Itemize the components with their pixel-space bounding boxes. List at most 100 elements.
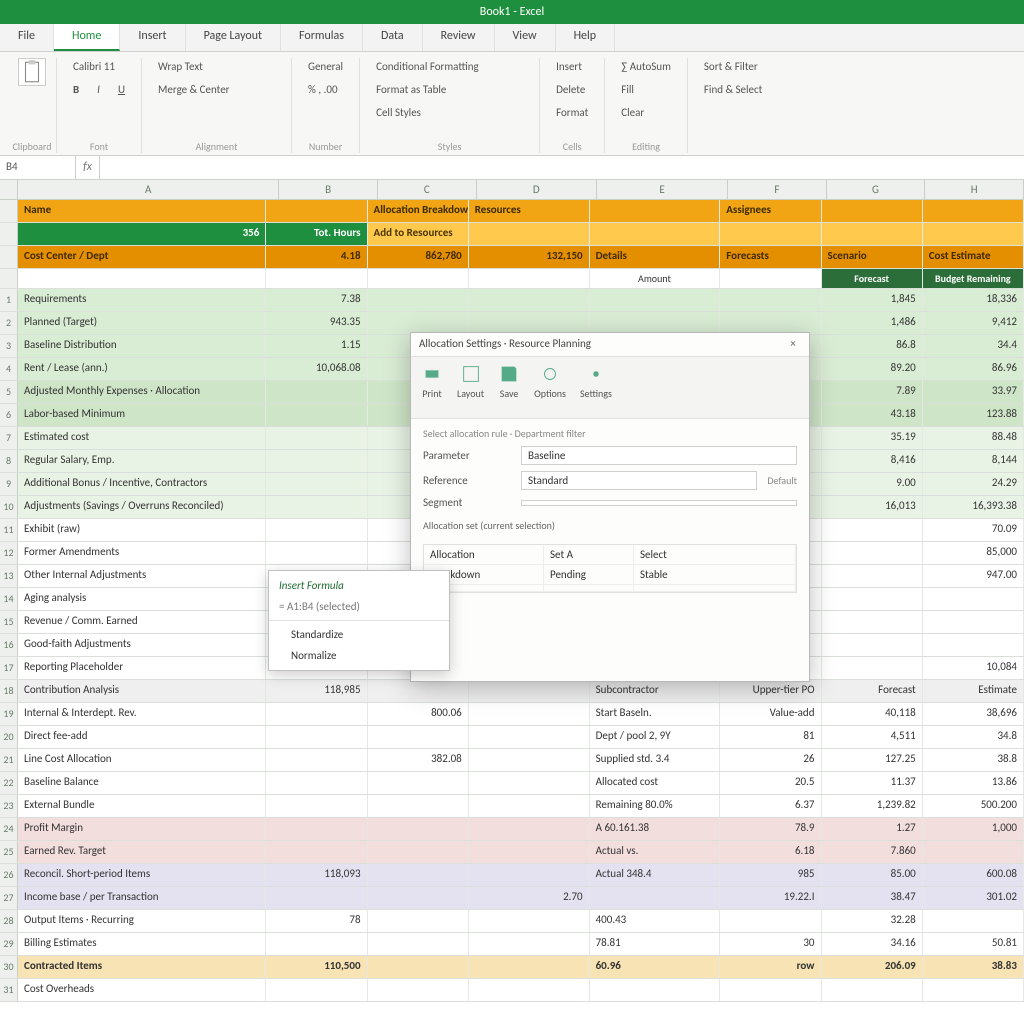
cell[interactable]: 32.28 xyxy=(822,910,923,932)
cell[interactable] xyxy=(368,933,469,955)
cell[interactable] xyxy=(469,223,590,245)
cell-header-assignees[interactable]: Assignees xyxy=(720,200,821,222)
cell[interactable] xyxy=(822,200,923,222)
cell[interactable]: 6.18 xyxy=(720,841,821,863)
cell[interactable]: 1.15 xyxy=(266,335,367,357)
col-header-e[interactable]: E xyxy=(597,180,728,199)
cell[interactable]: 943.35 xyxy=(266,312,367,334)
cell[interactable]: 30 xyxy=(720,933,821,955)
cell[interactable]: Subcontractor xyxy=(590,680,721,702)
cell[interactable] xyxy=(266,772,367,794)
cell[interactable]: Remaining 80.0% xyxy=(590,795,721,817)
context-menu[interactable]: Insert Formula = A1:B4 (selected) Standa… xyxy=(268,570,450,671)
dialog-parameter-input[interactable]: Baseline xyxy=(521,446,797,465)
cell[interactable] xyxy=(368,312,469,334)
tab-file[interactable]: File xyxy=(0,24,54,51)
cell[interactable] xyxy=(590,289,721,311)
cell[interactable]: 8,416 xyxy=(822,450,923,472)
cell[interactable] xyxy=(469,818,590,840)
cell[interactable]: 985 xyxy=(720,864,821,886)
dialog-settings-button[interactable]: Settings xyxy=(580,363,612,412)
cell[interactable]: Rent / Lease (ann.) xyxy=(18,358,266,380)
dialog-options-button[interactable]: Options xyxy=(534,363,566,412)
cell[interactable]: Contribution Analysis xyxy=(18,680,266,702)
cell[interactable]: 127.25 xyxy=(822,749,923,771)
cell[interactable]: 34.16 xyxy=(822,933,923,955)
name-box[interactable]: B4 xyxy=(0,156,76,179)
cell[interactable]: Reporting Placeholder xyxy=(18,657,266,679)
row-header[interactable]: 21 xyxy=(0,749,18,771)
cell[interactable]: 40,118 xyxy=(822,703,923,725)
cell[interactable] xyxy=(266,726,367,748)
row-header[interactable]: 15 xyxy=(0,611,18,633)
row-header[interactable]: 25 xyxy=(0,841,18,863)
row-header[interactable] xyxy=(0,200,18,222)
col-header-d[interactable]: D xyxy=(477,180,597,199)
row-header[interactable]: 23 xyxy=(0,795,18,817)
cell[interactable] xyxy=(469,726,590,748)
cell[interactable] xyxy=(720,269,821,288)
cell[interactable] xyxy=(368,979,469,1001)
cell[interactable]: 4.18 xyxy=(266,246,367,268)
cell[interactable] xyxy=(720,289,821,311)
cell[interactable]: Additional Bonus / Incentive, Contractor… xyxy=(18,473,266,495)
cell-header-name[interactable]: Name xyxy=(18,200,266,222)
cell[interactable]: 123.88 xyxy=(923,404,1024,426)
cell[interactable] xyxy=(822,979,923,1001)
cell[interactable]: 24.29 xyxy=(923,473,1024,495)
cell[interactable]: 19.22.I xyxy=(720,887,821,909)
row-header[interactable]: 20 xyxy=(0,726,18,748)
cell[interactable]: 206.09 xyxy=(822,956,923,978)
cell-header-scenario[interactable]: Scenario xyxy=(822,246,923,268)
cell[interactable]: Value-add xyxy=(720,703,821,725)
cell[interactable]: 34.8 xyxy=(923,726,1024,748)
cell[interactable]: 500.200 xyxy=(923,795,1024,817)
row-header[interactable]: 27 xyxy=(0,887,18,909)
cell[interactable]: 33.97 xyxy=(923,381,1024,403)
context-menu-normalize[interactable]: Normalize xyxy=(269,645,449,666)
cell[interactable] xyxy=(923,979,1024,1001)
row-header[interactable]: 7 xyxy=(0,427,18,449)
cell[interactable] xyxy=(266,703,367,725)
dialog-layout-button[interactable]: Layout xyxy=(457,363,484,412)
cell[interactable] xyxy=(266,887,367,909)
row-header[interactable]: 13 xyxy=(0,565,18,587)
cell-header-alloc[interactable]: Allocation Breakdown xyxy=(368,200,469,222)
row-header[interactable] xyxy=(0,223,18,245)
cell[interactable] xyxy=(266,404,367,426)
cell[interactable]: 1,000 xyxy=(923,818,1024,840)
formula-input[interactable] xyxy=(100,156,1024,179)
cell[interactable] xyxy=(266,450,367,472)
cell[interactable]: 85,000 xyxy=(923,542,1024,564)
row-header[interactable]: 6 xyxy=(0,404,18,426)
cell[interactable] xyxy=(822,223,923,245)
row-header[interactable]: 4 xyxy=(0,358,18,380)
row-header[interactable]: 28 xyxy=(0,910,18,932)
row-header[interactable]: 26 xyxy=(0,864,18,886)
cell[interactable]: Other Internal Adjustments xyxy=(18,565,266,587)
cell[interactable]: Earned Rev. Target xyxy=(18,841,266,863)
dialog-close-icon[interactable]: × xyxy=(785,337,801,352)
cell[interactable]: 89.20 xyxy=(822,358,923,380)
cell[interactable]: Adjustments (Savings / Overruns Reconcil… xyxy=(18,496,266,518)
cell[interactable]: Allocated cost xyxy=(590,772,721,794)
cell[interactable]: Actual vs. xyxy=(590,841,721,863)
cell[interactable]: Aging analysis xyxy=(18,588,266,610)
cell[interactable]: 10,084 xyxy=(923,657,1024,679)
row-header[interactable]: 19 xyxy=(0,703,18,725)
tab-home[interactable]: Home xyxy=(54,24,120,51)
tab-insert[interactable]: Insert xyxy=(120,24,185,51)
cell[interactable]: Good-faith Adjustments xyxy=(18,634,266,656)
cell[interactable]: Start Baseln. xyxy=(590,703,721,725)
cell[interactable] xyxy=(923,841,1024,863)
cell[interactable] xyxy=(368,910,469,932)
dialog-list-row[interactable]: AllocationSet ASelect xyxy=(424,545,796,565)
cell[interactable]: 88.48 xyxy=(923,427,1024,449)
select-all-corner[interactable] xyxy=(0,180,18,199)
row-header[interactable]: 29 xyxy=(0,933,18,955)
cell[interactable]: 9.00 xyxy=(822,473,923,495)
cell[interactable] xyxy=(368,864,469,886)
cell[interactable]: 38.8 xyxy=(923,749,1024,771)
dialog-list-row[interactable]: BreakdownPendingStable xyxy=(424,565,796,585)
allocation-dialog[interactable]: Allocation Settings · Resource Planning … xyxy=(410,332,810,682)
